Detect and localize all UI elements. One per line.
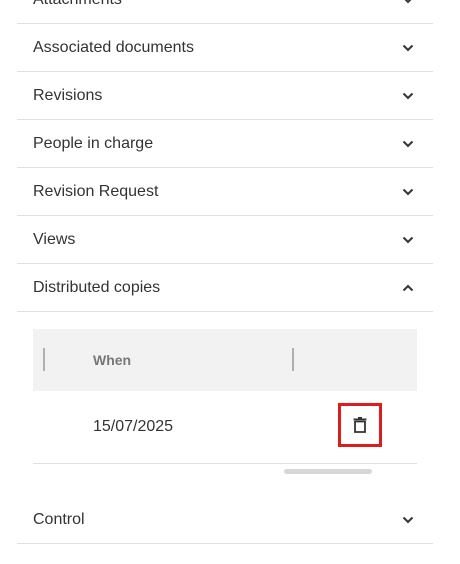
section-label: Revision Request	[33, 182, 159, 200]
section-people-in-charge[interactable]: People in charge	[17, 120, 433, 168]
chevron-down-icon	[401, 41, 415, 55]
section-views[interactable]: Views	[17, 216, 433, 264]
trash-icon	[353, 417, 367, 433]
section-label: Views	[33, 230, 76, 248]
section-label: Attachments	[33, 0, 122, 9]
section-revision-request[interactable]: Revision Request	[17, 168, 433, 216]
section-distributed-copies[interactable]: Distributed copies	[17, 264, 433, 312]
section-attachments[interactable]: Attachments	[17, 0, 433, 24]
section-revisions[interactable]: Revisions	[17, 72, 433, 120]
cell-when: 15/07/2025	[93, 418, 174, 435]
chevron-up-icon	[401, 281, 415, 295]
chevron-down-icon	[401, 89, 415, 103]
chevron-down-icon	[401, 137, 415, 151]
section-associated-documents[interactable]: Associated documents	[17, 24, 433, 72]
section-label: Distributed copies	[33, 278, 161, 296]
section-label: Associated documents	[33, 38, 194, 56]
horizontal-scrollbar[interactable]	[284, 469, 372, 474]
section-label: Revisions	[33, 86, 103, 104]
section-control[interactable]: Control	[17, 496, 433, 544]
table-row: 15/07/2025	[33, 391, 417, 464]
delete-button[interactable]	[338, 403, 382, 447]
column-separator[interactable]	[292, 348, 294, 371]
column-separator[interactable]	[43, 348, 45, 371]
chevron-down-icon	[401, 233, 415, 247]
section-label: People in charge	[33, 134, 154, 152]
table-header: When	[33, 329, 417, 391]
chevron-down-icon	[401, 185, 415, 199]
section-label: Control	[33, 510, 85, 528]
chevron-down-icon	[401, 513, 415, 527]
column-header-when[interactable]: When	[93, 352, 131, 368]
chevron-down-icon	[401, 0, 415, 7]
